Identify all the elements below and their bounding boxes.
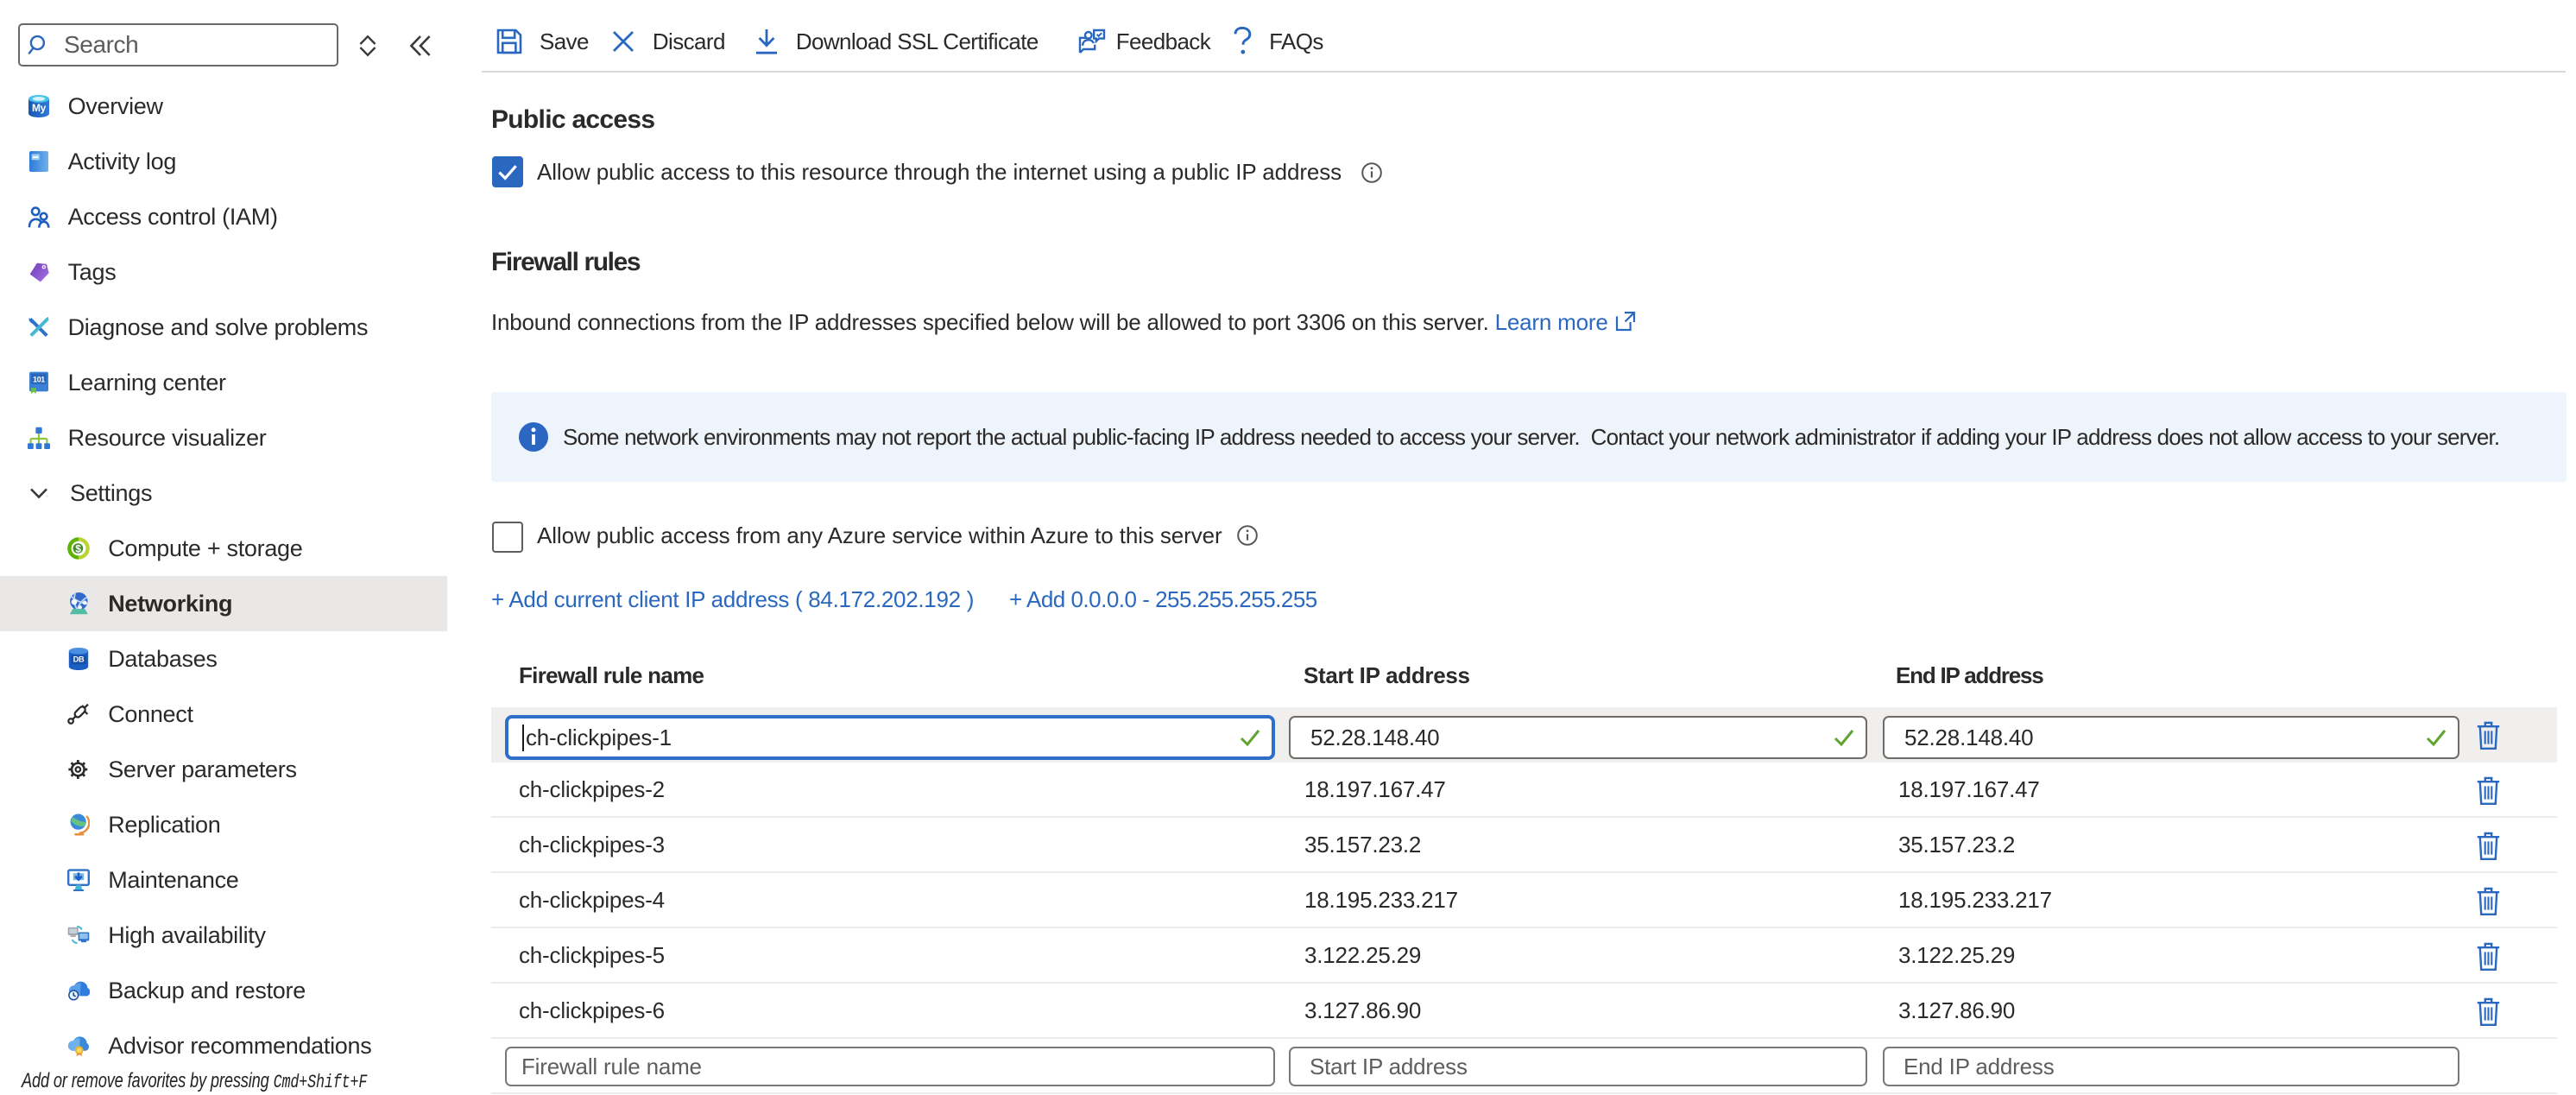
svg-text:101: 101 [33, 375, 45, 383]
svg-text:DB: DB [73, 655, 85, 664]
svg-text:My: My [32, 102, 47, 114]
svg-text:$: $ [75, 542, 81, 554]
